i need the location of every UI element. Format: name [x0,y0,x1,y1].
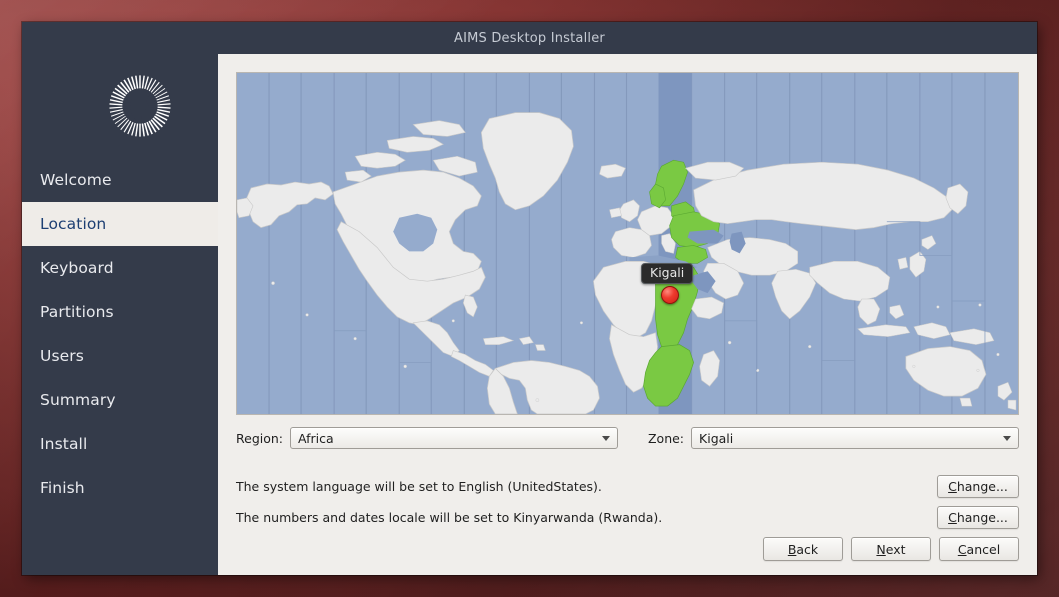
region-label: Region: [236,430,284,446]
timezone-map[interactable]: Kigali [236,72,1019,415]
zone-selected-value: Kigali [699,430,734,446]
button-label-rest: ancel [966,541,1001,557]
language-text: The system language will be set to Engli… [236,479,602,494]
aims-radial-logo-icon [109,75,171,137]
sidebar-item-label: Partitions [40,303,114,321]
location-pin-icon[interactable] [661,286,679,304]
installer-window: AIMS Desktop Installer Welcome Location [22,22,1037,575]
button-label-rest: hange... [956,510,1008,525]
sidebar-item-keyboard[interactable]: Keyboard [22,246,218,290]
sidebar-item-label: Install [40,435,88,453]
next-button[interactable]: Next [851,537,931,561]
sidebar-item-finish[interactable]: Finish [22,466,218,510]
sidebar-item-label: Users [40,347,84,365]
sidebar-item-label: Welcome [40,171,112,189]
mnemonic-letter: C [948,510,957,525]
button-label-rest: ack [796,541,819,557]
region-select[interactable]: Africa [290,427,618,449]
window-title: AIMS Desktop Installer [454,30,605,46]
mnemonic-letter: B [787,541,797,557]
cancel-button[interactable]: Cancel [939,537,1019,561]
sidebar-item-welcome[interactable]: Welcome [22,158,218,202]
change-locale-button[interactable]: Change... [937,506,1019,529]
mnemonic-letter: C [948,479,957,494]
sidebar-item-summary[interactable]: Summary [22,378,218,422]
region-selected-value: Africa [298,430,334,446]
region-zone-row: Region: Africa Zone: Kigali [236,427,1019,449]
zone-select[interactable]: Kigali [691,427,1019,449]
button-label-rest: ext [885,541,906,557]
back-button[interactable]: Back [763,537,843,561]
change-language-button[interactable]: Change... [937,475,1019,498]
chevron-down-icon [601,435,610,441]
sidebar-logo [22,54,218,158]
mnemonic-letter: N [876,541,886,557]
window-titlebar: AIMS Desktop Installer [22,22,1037,54]
sidebar-item-label: Finish [40,479,85,497]
locale-info-block: The system language will be set to Engli… [236,475,1019,537]
sidebar-item-install[interactable]: Install [22,422,218,466]
language-row: The system language will be set to Engli… [236,475,1019,498]
wizard-footer: Back Next Cancel [236,537,1019,575]
sidebar: Welcome Location Keyboard Partitions Use… [22,54,218,575]
sidebar-item-label: Summary [40,391,116,409]
sidebar-item-partitions[interactable]: Partitions [22,290,218,334]
sidebar-item-label: Location [40,215,107,233]
sidebar-item-label: Keyboard [40,259,114,277]
zone-label: Zone: [647,430,685,446]
desktop-background: AIMS Desktop Installer Welcome Location [0,0,1059,597]
sidebar-item-users[interactable]: Users [22,334,218,378]
button-label-rest: hange... [956,479,1008,494]
locale-row: The numbers and dates locale will be set… [236,506,1019,529]
main-panel: Kigali Region: Africa Zone: Kigali The s… [218,54,1037,575]
window-body: Welcome Location Keyboard Partitions Use… [22,54,1037,575]
locale-text: The numbers and dates locale will be set… [236,510,663,525]
chevron-down-icon [1003,435,1011,441]
mnemonic-letter: C [957,541,967,557]
sidebar-item-location[interactable]: Location [22,202,218,246]
world-map-svg [237,73,1018,414]
